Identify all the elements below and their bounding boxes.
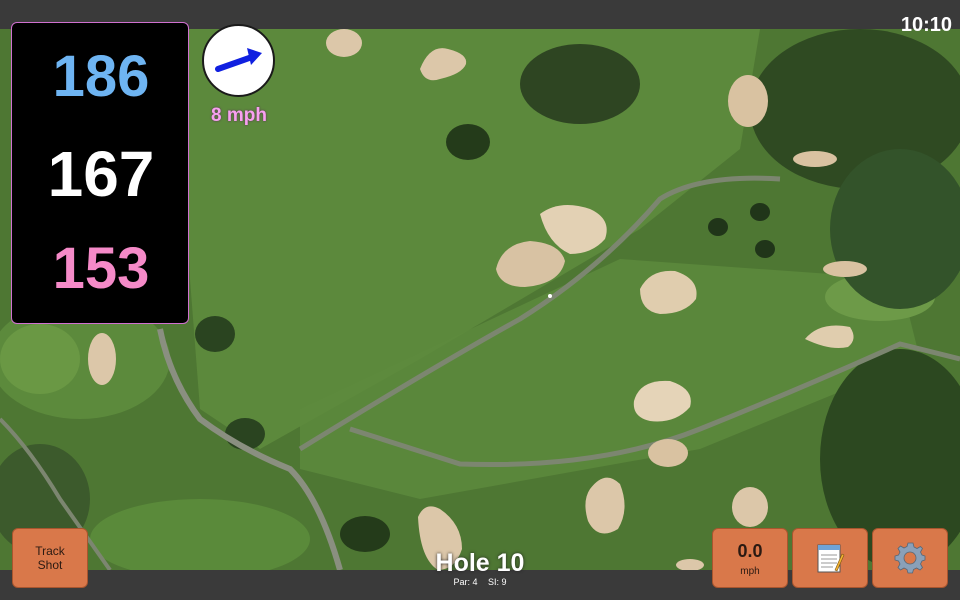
wind-direction-dial (202, 24, 275, 97)
bunker (728, 75, 768, 127)
distance-back: 186 (52, 44, 150, 109)
hole-par: Par: 4 (453, 577, 478, 587)
gear-icon (894, 542, 926, 574)
speed-unit: mph (740, 565, 760, 577)
speed-value: 0.0 (737, 540, 763, 561)
bunker (326, 29, 362, 57)
track-shot-label-line2: Shot (37, 558, 63, 572)
track-shot-label-line1: Track (35, 544, 65, 558)
tree-cluster (520, 44, 640, 124)
tree (750, 203, 770, 221)
distance-panel: 186 167 153 (11, 22, 189, 324)
track-shot-button[interactable]: Track Shot (12, 528, 88, 588)
tree (708, 218, 728, 236)
golf-gps-screen: 10:10 186 167 153 8 mph Track Shot Hole … (0, 0, 960, 600)
pin-marker (548, 294, 552, 298)
notepad-icon (817, 544, 845, 573)
clock: 10:10 (900, 14, 952, 36)
tree (446, 124, 490, 160)
hole-stroke-index: SI: 9 (488, 577, 507, 587)
tree (340, 516, 390, 552)
settings-button[interactable] (872, 528, 948, 588)
bunker (732, 487, 768, 527)
bunker (823, 261, 867, 277)
hole-title: Hole 10 (435, 549, 525, 577)
tree (755, 240, 775, 258)
bunker (793, 151, 837, 167)
distance-front: 153 (52, 236, 150, 301)
tree (195, 316, 235, 352)
green (0, 324, 80, 394)
notes-button[interactable] (792, 528, 868, 588)
speed-button[interactable]: 0.0 mph (712, 528, 788, 588)
wind-speed: 8 mph (211, 105, 267, 126)
hole-details: Par: 4 SI: 9 (380, 577, 580, 587)
bunker (88, 333, 116, 385)
wind-arrow-icon (215, 48, 262, 72)
distance-middle: 167 (47, 138, 155, 210)
bunker (648, 439, 688, 467)
